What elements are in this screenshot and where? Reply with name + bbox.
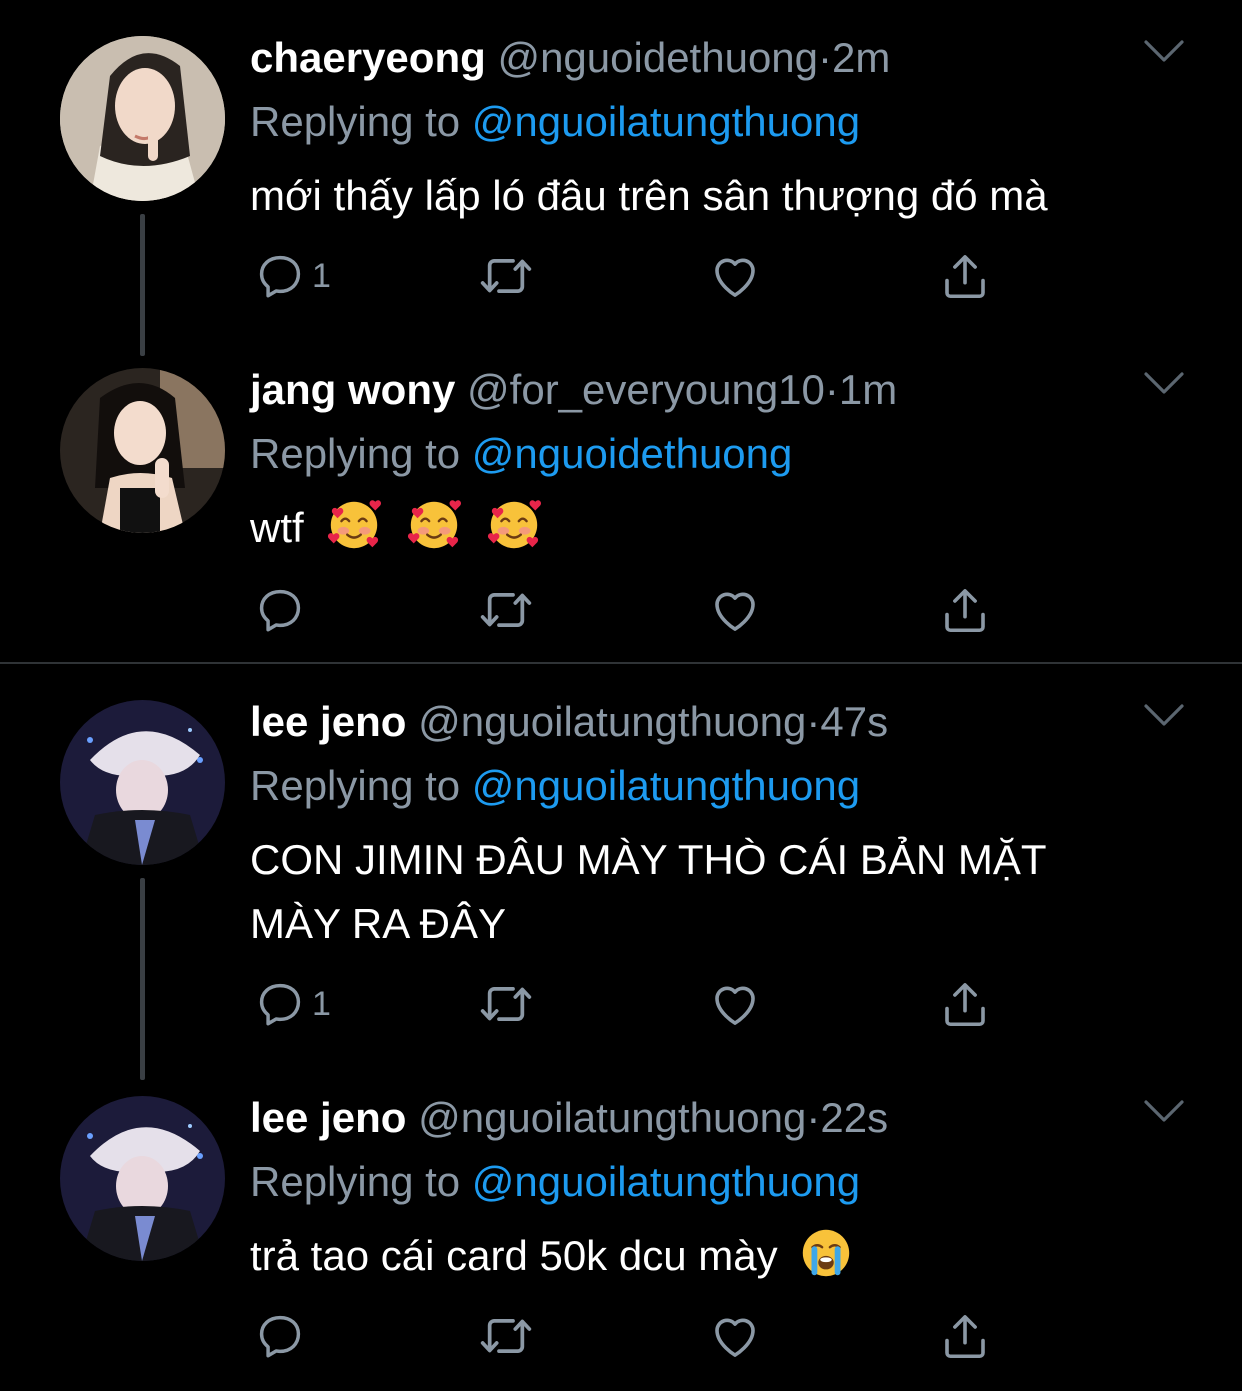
thread-line [140,878,145,1080]
like-icon [708,249,762,303]
tweet-header: lee jeno @nguoilatungthuong·47s [250,692,888,752]
separator: · [818,34,833,81]
action-bar: 1 [250,246,1050,306]
reply-button[interactable] [254,580,312,640]
tweet-text: mới thấy lấp ló đâu trên sân thượng đó m… [250,172,1048,219]
replying-prefix: Replying to [250,430,461,477]
loudly-crying-face-emoji [797,1224,855,1282]
share-button[interactable] [938,1306,992,1366]
tweet-text-content: trả tao cái card 50k dcu mày [250,1232,778,1279]
timestamp[interactable]: 47s [820,698,888,745]
replying-prefix: Replying to [250,762,461,809]
reply-button[interactable] [254,1306,312,1366]
share-icon [938,977,992,1031]
user-handle[interactable]: @nguoidethuong [497,34,818,81]
like-button[interactable] [708,974,762,1034]
chevron-down-icon[interactable] [1142,1096,1186,1126]
conversation-divider [0,662,1242,664]
separator: · [806,1094,821,1141]
tweet-text: trả tao cái card 50k dcu mày [250,1224,1210,1288]
reply-icon [254,1310,306,1362]
chevron-down-icon[interactable] [1142,700,1186,730]
mention-link[interactable]: @nguoilatungthuong [472,762,860,809]
smiling-face-with-hearts-emoji [325,496,383,554]
retweet-button[interactable] [478,246,534,306]
like-button[interactable] [708,246,762,306]
reply-button[interactable]: 1 [254,974,331,1034]
smiling-face-with-hearts-emoji [485,496,543,554]
tweet-text-content: wtf [250,504,304,551]
chevron-down-icon[interactable] [1142,368,1186,398]
mention-link[interactable]: @nguoilatungthuong [472,1158,860,1205]
tweet-text: wtf [250,496,1210,560]
tweet-header: lee jeno @nguoilatungthuong·22s [250,1088,888,1148]
action-bar [250,1306,1050,1366]
retweet-icon [478,1308,534,1364]
reply-icon [254,978,306,1030]
mention-link[interactable]: @nguoidethuong [472,430,793,477]
reply-count: 1 [312,984,331,1023]
display-name[interactable]: lee jeno [250,698,406,745]
retweet-icon [478,582,534,638]
mention-link[interactable]: @nguoilatungthuong [472,98,860,145]
like-icon [708,583,762,637]
display-name[interactable]: jang wony [250,366,455,413]
user-handle[interactable]: @nguoilatungthuong [418,1094,806,1141]
avatar[interactable] [60,368,225,533]
replying-to: Replying to @nguoidethuong [250,424,792,484]
avatar[interactable] [60,1096,225,1261]
replying-prefix: Replying to [250,1158,461,1205]
retweet-button[interactable] [478,580,534,640]
like-icon [708,977,762,1031]
smiling-face-with-hearts-emoji [405,496,463,554]
retweet-icon [478,976,534,1032]
tweet-header: chaeryeong @nguoidethuong·2m [250,28,890,88]
action-bar [250,580,1050,640]
action-bar: 1 [250,974,1050,1034]
retweet-icon [478,248,534,304]
timestamp[interactable]: 22s [820,1094,888,1141]
reply-icon [254,250,306,302]
tweet-text-line: MÀY RA ĐÂY [250,900,506,947]
replying-prefix: Replying to [250,98,461,145]
retweet-button[interactable] [478,1306,534,1366]
display-name[interactable]: chaeryeong [250,34,486,81]
timestamp[interactable]: 1m [839,366,897,413]
share-icon [938,249,992,303]
separator: · [806,698,821,745]
replying-to: Replying to @nguoilatungthuong [250,756,860,816]
share-button[interactable] [938,580,992,640]
reply-icon [254,584,306,636]
tweet-text: CON JIMIN ĐÂU MÀY THÒ CÁI BẢN MẶT MÀY RA… [250,828,1210,956]
reply-button[interactable]: 1 [254,246,331,306]
replying-to: Replying to @nguoilatungthuong [250,92,860,152]
share-button[interactable] [938,246,992,306]
replying-to: Replying to @nguoilatungthuong [250,1152,860,1212]
thread-line [140,214,145,356]
reply-count: 1 [312,256,331,295]
share-icon [938,1309,992,1363]
like-button[interactable] [708,1306,762,1366]
display-name[interactable]: lee jeno [250,1094,406,1141]
user-handle[interactable]: @nguoilatungthuong [418,698,806,745]
like-icon [708,1309,762,1363]
tweet-header: jang wony @for_everyoung10·1m [250,360,897,420]
tweet-text-line: CON JIMIN ĐÂU MÀY THÒ CÁI BẢN MẶT [250,836,1047,883]
like-button[interactable] [708,580,762,640]
separator: · [824,366,839,413]
share-icon [938,583,992,637]
avatar[interactable] [60,36,225,201]
avatar[interactable] [60,700,225,865]
user-handle[interactable]: @for_everyoung10 [467,366,825,413]
timestamp[interactable]: 2m [832,34,890,81]
retweet-button[interactable] [478,974,534,1034]
share-button[interactable] [938,974,992,1034]
chevron-down-icon[interactable] [1142,36,1186,66]
